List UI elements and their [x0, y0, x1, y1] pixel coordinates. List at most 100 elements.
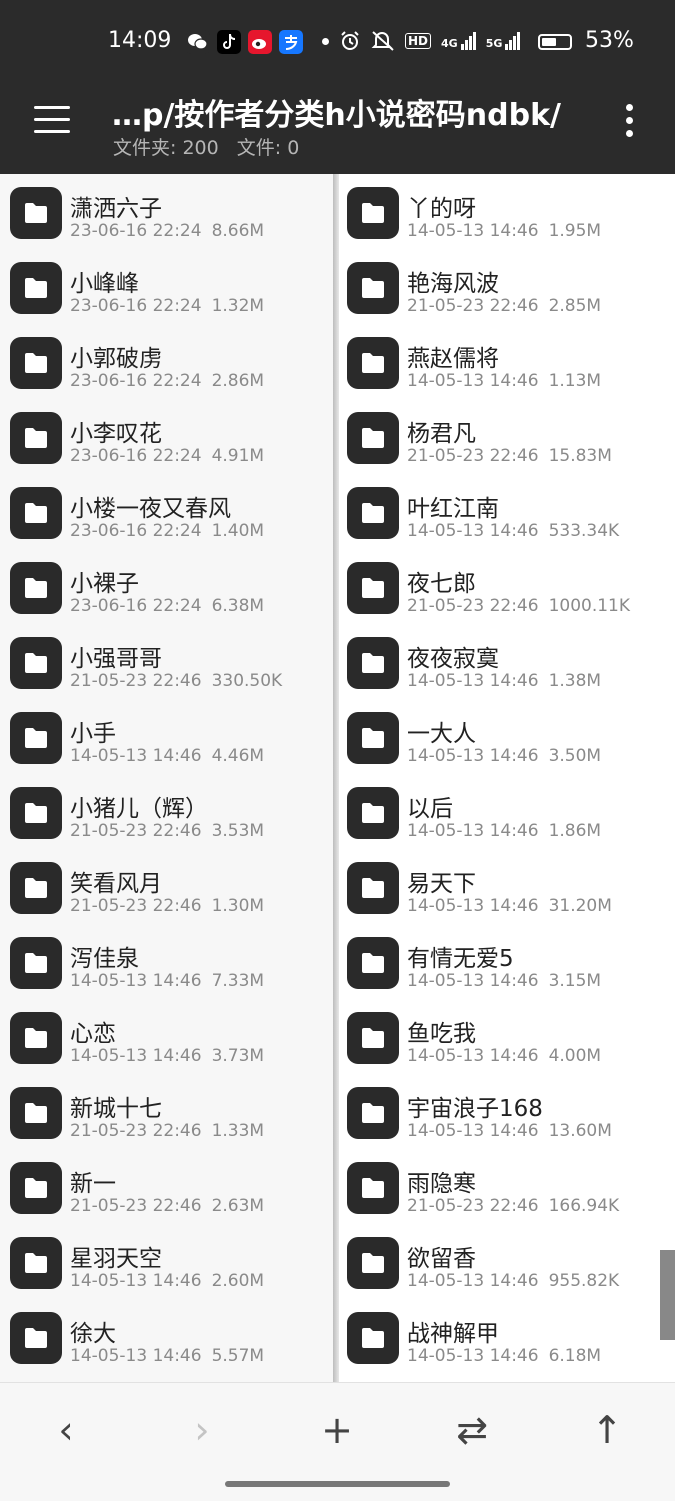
- folder-row[interactable]: 鱼吃我 14-05-13 14:46 4.00M: [339, 999, 675, 1074]
- folder-icon: [10, 262, 62, 314]
- folder-size: 2.60M: [211, 1271, 265, 1291]
- tiktok-icon: [217, 30, 241, 54]
- folder-row[interactable]: 小峰峰 23-06-16 22:24 1.32M: [0, 249, 333, 324]
- folder-row[interactable]: 燕赵儒将 14-05-13 14:46 1.13M: [339, 324, 675, 399]
- folder-name: 夜夜寂寞: [407, 646, 499, 672]
- folder-meta: 21-05-23 22:46 1.30M: [70, 896, 264, 916]
- folder-meta: 14-05-13 14:46 6.18M: [407, 1346, 601, 1366]
- folder-row[interactable]: 新城十七 21-05-23 22:46 1.33M: [0, 1074, 333, 1149]
- folder-date: 23-06-16 22:24: [70, 596, 202, 616]
- folder-row[interactable]: 小郭破虏 23-06-16 22:24 2.86M: [0, 324, 333, 399]
- folder-date: 23-06-16 22:24: [70, 446, 202, 466]
- folder-row[interactable]: 泻佳泉 14-05-13 14:46 7.33M: [0, 924, 333, 999]
- folder-row[interactable]: 心恋 14-05-13 14:46 3.73M: [0, 999, 333, 1074]
- swap-panes-button[interactable]: ⇄: [442, 1405, 502, 1455]
- folder-size: 3.15M: [548, 971, 602, 991]
- folder-name: 易天下: [407, 871, 476, 897]
- folder-row[interactable]: 夜七郎 21-05-23 22:46 1000.11K: [339, 549, 675, 624]
- folder-name: 小猪儿（辉）: [70, 796, 208, 822]
- folder-meta: 23-06-16 22:24 6.38M: [70, 596, 264, 616]
- folder-row[interactable]: 战神解甲 14-05-13 14:46 6.18M: [339, 1299, 675, 1374]
- folder-row[interactable]: 欲留香 14-05-13 14:46 955.82K: [339, 1224, 675, 1299]
- folder-size: 1000.11K: [548, 596, 631, 616]
- folder-meta: 21-05-23 22:46 1.33M: [70, 1121, 264, 1141]
- folder-size: 1.86M: [548, 821, 602, 841]
- folder-meta: 23-06-16 22:24 1.40M: [70, 521, 264, 541]
- folder-row[interactable]: 一大人 14-05-13 14:46 3.50M: [339, 699, 675, 774]
- folder-row[interactable]: 小裸子 23-06-16 22:24 6.38M: [0, 549, 333, 624]
- folder-row[interactable]: 小楼一夜又春风 23-06-16 22:24 1.40M: [0, 474, 333, 549]
- right-file-pane[interactable]: 丫的呀 14-05-13 14:46 1.95M 艳海风波 21-05-23 22:46…: [339, 174, 675, 1382]
- folder-icon: [10, 187, 62, 239]
- folder-row[interactable]: 易天下 14-05-13 14:46 31.20M: [339, 849, 675, 924]
- folder-icon: [347, 487, 399, 539]
- status-bar: 14:09 HD 4G 5G 53%: [0, 24, 675, 64]
- folder-meta: 21-05-23 22:46 2.85M: [407, 296, 601, 316]
- home-indicator[interactable]: [225, 1481, 450, 1487]
- hamburger-menu-icon[interactable]: [34, 106, 72, 136]
- folder-icon: [347, 862, 399, 914]
- folder-size: 166.94K: [548, 1196, 620, 1216]
- folder-icon: [347, 187, 399, 239]
- forward-button[interactable]: ›: [172, 1405, 232, 1455]
- folder-size: 5.57M: [211, 1346, 265, 1366]
- folder-row[interactable]: 新一 21-05-23 22:46 2.63M: [0, 1149, 333, 1224]
- folder-date: 14-05-13 14:46: [407, 671, 539, 691]
- folder-size: 4.00M: [548, 1046, 602, 1066]
- folder-name: 战神解甲: [407, 1321, 499, 1347]
- folder-size: 2.86M: [211, 371, 265, 391]
- folder-size: 1.30M: [211, 896, 265, 916]
- folder-size: 1.40M: [211, 521, 265, 541]
- folder-row[interactable]: 小猪儿（辉） 21-05-23 22:46 3.53M: [0, 774, 333, 849]
- folder-date: 14-05-13 14:46: [407, 971, 539, 991]
- parent-folder-button[interactable]: ↑: [577, 1405, 637, 1455]
- add-button[interactable]: +: [307, 1405, 367, 1455]
- folder-date: 14-05-13 14:46: [70, 1271, 202, 1291]
- back-button[interactable]: ‹: [36, 1405, 96, 1455]
- folder-name: 小裸子: [70, 571, 139, 597]
- folder-size: 1.38M: [548, 671, 602, 691]
- folder-name: 以后: [407, 796, 453, 822]
- folder-row[interactable]: 有情无爱5 14-05-13 14:46 3.15M: [339, 924, 675, 999]
- dot-icon: [322, 37, 329, 45]
- folder-name: 小峰峰: [70, 271, 139, 297]
- left-file-pane[interactable]: 潇洒六子 23-06-16 22:24 8.66M 小峰峰 23-06-16 22:24…: [0, 174, 333, 1382]
- folder-name: 燕赵儒将: [407, 346, 499, 372]
- folder-meta: 14-05-13 14:46 3.73M: [70, 1046, 264, 1066]
- folder-row[interactable]: 叶红江南 14-05-13 14:46 533.34K: [339, 474, 675, 549]
- folder-meta: 14-05-13 14:46 1.95M: [407, 221, 601, 241]
- folder-row[interactable]: 雨隐寒 21-05-23 22:46 166.94K: [339, 1149, 675, 1224]
- folder-row[interactable]: 丫的呀 14-05-13 14:46 1.95M: [339, 174, 675, 249]
- folder-icon: [10, 412, 62, 464]
- folder-row[interactable]: 笑看风月 21-05-23 22:46 1.30M: [0, 849, 333, 924]
- folder-size: 4.46M: [211, 746, 265, 766]
- folder-icon: [347, 1012, 399, 1064]
- alipay-icon: [279, 30, 303, 54]
- folder-size: 2.85M: [548, 296, 602, 316]
- scrollbar-thumb[interactable]: [660, 1250, 675, 1340]
- folder-row[interactable]: 星羽天空 14-05-13 14:46 2.60M: [0, 1224, 333, 1299]
- folder-date: 14-05-13 14:46: [70, 1346, 202, 1366]
- folder-date: 21-05-23 22:46: [407, 1196, 539, 1216]
- folder-row[interactable]: 小李叹花 23-06-16 22:24 4.91M: [0, 399, 333, 474]
- folder-row[interactable]: 夜夜寂寞 14-05-13 14:46 1.38M: [339, 624, 675, 699]
- more-options-icon[interactable]: [622, 104, 638, 138]
- folder-row[interactable]: 以后 14-05-13 14:46 1.86M: [339, 774, 675, 849]
- folder-row[interactable]: 杨君凡 21-05-23 22:46 15.83M: [339, 399, 675, 474]
- folder-row[interactable]: 宇宙浪子168 14-05-13 14:46 13.60M: [339, 1074, 675, 1149]
- folder-row[interactable]: 艳海风波 21-05-23 22:46 2.85M: [339, 249, 675, 324]
- folder-size: 1.13M: [548, 371, 602, 391]
- signal-4g: 4G: [441, 32, 476, 50]
- folder-size: 6.18M: [548, 1346, 602, 1366]
- folder-row[interactable]: 小强哥哥 21-05-23 22:46 330.50K: [0, 624, 333, 699]
- folder-name: 一大人: [407, 721, 476, 747]
- folder-meta: 14-05-13 14:46 5.57M: [70, 1346, 264, 1366]
- folder-row[interactable]: 徐大 14-05-13 14:46 5.57M: [0, 1299, 333, 1374]
- folder-date: 23-06-16 22:24: [70, 221, 202, 241]
- folder-date: 23-06-16 22:24: [70, 296, 202, 316]
- folder-name: 笑看风月: [70, 871, 162, 897]
- folder-meta: 14-05-13 14:46 31.20M: [407, 896, 612, 916]
- folder-row[interactable]: 小手 14-05-13 14:46 4.46M: [0, 699, 333, 774]
- folder-row[interactable]: 潇洒六子 23-06-16 22:24 8.66M: [0, 174, 333, 249]
- folder-icon: [347, 937, 399, 989]
